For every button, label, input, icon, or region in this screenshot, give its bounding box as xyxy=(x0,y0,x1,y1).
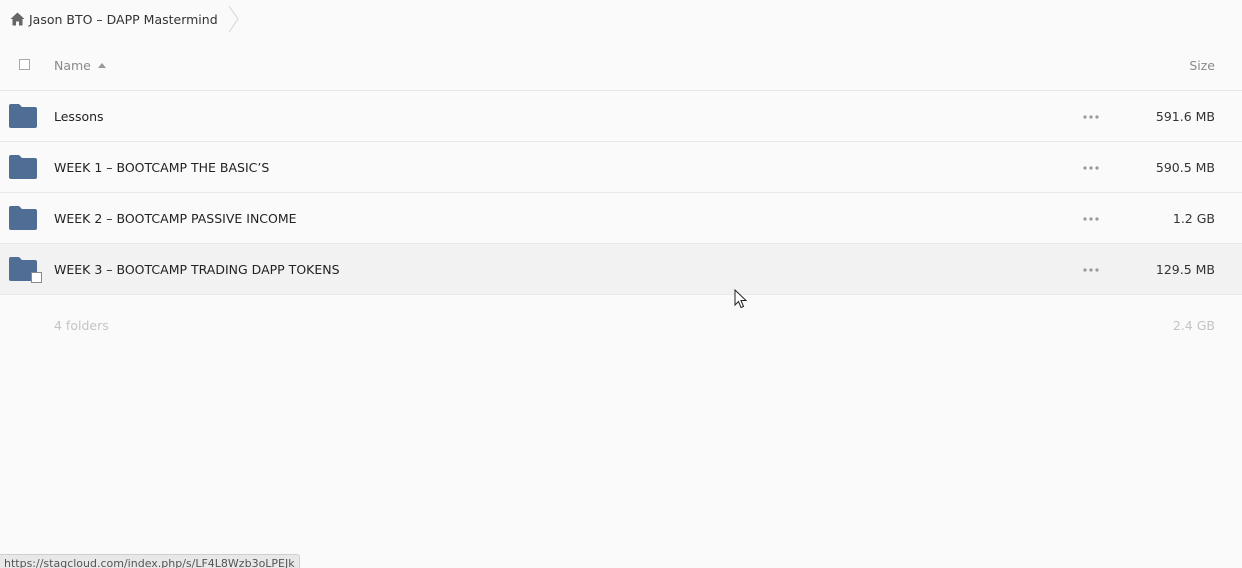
more-actions-button[interactable] xyxy=(1076,108,1106,126)
column-header-size[interactable]: Size xyxy=(1189,40,1215,90)
file-table: Name Size Lessons 591.6 MB WEEK 1 – BOOT… xyxy=(0,40,1242,355)
ellipsis-icon xyxy=(1083,166,1099,170)
row-name[interactable]: Lessons xyxy=(54,91,104,141)
ellipsis-icon xyxy=(1083,217,1099,221)
folder-count: 4 folders xyxy=(54,317,109,333)
row-select-checkbox[interactable] xyxy=(31,272,42,283)
row-size: 129.5 MB xyxy=(1155,261,1215,277)
breadcrumb: Jason BTO – DAPP Mastermind xyxy=(0,0,246,38)
breadcrumb-home[interactable]: Jason BTO – DAPP Mastermind xyxy=(0,0,246,38)
more-actions-button[interactable] xyxy=(1076,210,1106,228)
table-row[interactable]: WEEK 2 – BOOTCAMP PASSIVE INCOME 1.2 GB xyxy=(0,193,1242,244)
folder-icon[interactable] xyxy=(9,155,37,179)
ellipsis-icon xyxy=(1083,268,1099,272)
table-row[interactable]: Lessons 591.6 MB xyxy=(0,91,1242,142)
table-summary: 4 folders 2.4 GB xyxy=(0,295,1242,355)
ellipsis-icon xyxy=(1083,115,1099,119)
row-size: 1.2 GB xyxy=(1172,210,1215,226)
select-all-checkbox[interactable] xyxy=(19,59,30,70)
breadcrumb-separator-icon xyxy=(228,5,239,33)
file-browser-page: Jason BTO – DAPP Mastermind Name Size Le… xyxy=(0,0,1242,568)
status-bar-url: https://stagcloud.com/index.php/s/LF4L8W… xyxy=(0,554,300,568)
row-name[interactable]: WEEK 3 – BOOTCAMP TRADING DAPP TOKENS xyxy=(54,244,340,294)
folder-icon[interactable] xyxy=(9,206,37,230)
column-header-name[interactable]: Name xyxy=(54,40,106,90)
home-icon xyxy=(10,12,25,26)
table-row[interactable]: WEEK 1 – BOOTCAMP THE BASIC’S 590.5 MB xyxy=(0,142,1242,193)
more-actions-button[interactable] xyxy=(1076,261,1106,279)
row-size: 591.6 MB xyxy=(1155,108,1215,124)
mouse-cursor-icon xyxy=(734,289,748,309)
more-actions-button[interactable] xyxy=(1076,159,1106,177)
row-size: 590.5 MB xyxy=(1155,159,1215,175)
row-name[interactable]: WEEK 1 – BOOTCAMP THE BASIC’S xyxy=(54,142,269,192)
column-header-size-label: Size xyxy=(1189,57,1215,73)
table-header: Name Size xyxy=(0,40,1242,91)
column-header-name-label: Name xyxy=(54,57,91,73)
table-row[interactable]: WEEK 3 – BOOTCAMP TRADING DAPP TOKENS 12… xyxy=(0,244,1242,295)
total-size: 2.4 GB xyxy=(1172,317,1215,333)
sort-ascending-icon xyxy=(97,62,106,68)
breadcrumb-label: Jason BTO – DAPP Mastermind xyxy=(29,11,218,27)
row-name[interactable]: WEEK 2 – BOOTCAMP PASSIVE INCOME xyxy=(54,193,297,243)
folder-icon[interactable] xyxy=(9,104,37,128)
